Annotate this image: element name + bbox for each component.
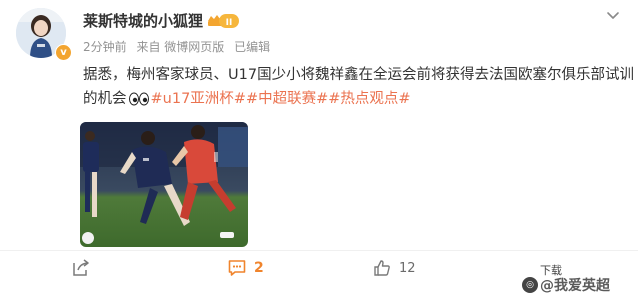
chevron-down-icon[interactable]: [605, 8, 621, 24]
toutiao-logo-icon: ◎: [522, 277, 538, 293]
watermark: ◎ @我爱英超: [522, 275, 610, 295]
comment-icon: [228, 260, 246, 276]
like-count: 12: [399, 260, 416, 276]
level-badge-icon[interactable]: II: [205, 13, 241, 29]
like-button[interactable]: 12: [373, 258, 416, 278]
thumbs-up-icon: [374, 260, 390, 276]
post-source: 来自 微博网页版: [136, 40, 225, 54]
topic-link-hot[interactable]: #热点观点#: [328, 91, 410, 107]
verified-badge-icon: v: [55, 44, 72, 61]
share-icon: [73, 259, 89, 276]
post-image[interactable]: [80, 122, 248, 247]
topic-link-csl[interactable]: #中超联赛#: [246, 91, 328, 107]
level-badge-text: II: [226, 18, 233, 28]
comment-button[interactable]: 2: [228, 258, 264, 278]
watermark-text: @我爱英超: [540, 278, 610, 294]
edited-label[interactable]: 已编辑: [234, 40, 270, 54]
eyes-emoji-icon: [128, 90, 150, 114]
username[interactable]: 莱斯特城的小狐狸: [83, 10, 203, 31]
post-text: 据悉，梅州客家球员、U17国少小将魏祥鑫在全运会前将获得去法国欧塞尔俱乐部试训的…: [83, 63, 635, 114]
football-match-photo: [80, 122, 248, 247]
divider: [0, 250, 638, 251]
post-meta: 2分钟前 来自 微博网页版 已编辑: [83, 38, 276, 55]
share-button[interactable]: [72, 258, 98, 278]
post-time[interactable]: 2分钟前: [83, 40, 127, 54]
comment-count: 2: [254, 260, 264, 276]
topic-link-u17[interactable]: #u17亚洲杯#: [151, 91, 246, 107]
